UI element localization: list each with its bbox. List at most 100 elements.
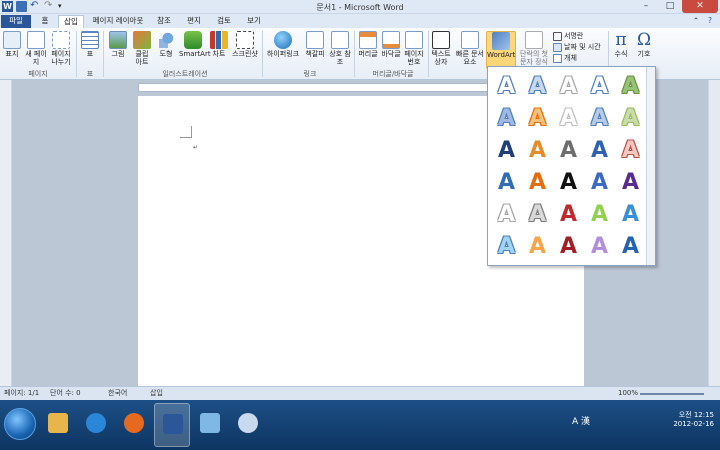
wordart-style-item[interactable]: A	[584, 134, 615, 166]
chart-button[interactable]: 차트	[210, 31, 228, 58]
screenshot-label: 스크린샷	[232, 50, 258, 58]
wordart-style-item[interactable]: A	[522, 198, 553, 230]
wordart-style-item[interactable]: A	[584, 198, 615, 230]
wordart-style-item[interactable]: A	[615, 198, 646, 230]
taskbar-paint[interactable]	[192, 403, 228, 447]
wordart-style-item[interactable]: A	[615, 70, 646, 102]
page-count[interactable]: 페이지: 1/1	[4, 387, 39, 400]
wordart-style-item[interactable]: A	[584, 230, 615, 262]
picture-label: 그림	[111, 50, 125, 58]
tab-page-layout[interactable]: 페이지 레이아웃	[88, 15, 148, 28]
cross-reference-button[interactable]: 상호 참조	[329, 31, 351, 66]
taskbar-app[interactable]	[230, 403, 266, 447]
table-button[interactable]: 표	[80, 31, 100, 58]
wordart-style-item[interactable]: A	[553, 102, 584, 134]
firefox-icon	[124, 413, 144, 433]
tab-home[interactable]: 홈	[34, 15, 56, 28]
header-button[interactable]: 머리글	[357, 31, 379, 58]
wordart-style-item[interactable]: A	[584, 70, 615, 102]
object-button[interactable]: 개체	[553, 53, 577, 63]
system-clock[interactable]: 오전 12:15 2012-02-16	[673, 410, 714, 428]
maximize-button[interactable]: □	[658, 0, 682, 13]
group-divider	[428, 31, 429, 77]
group-divider	[354, 31, 355, 77]
clipart-button[interactable]: 클립 아트	[132, 31, 152, 66]
tab-mailings[interactable]: 편지	[182, 15, 206, 28]
omega-icon: Ω	[636, 30, 652, 50]
wordart-style-item[interactable]: A	[522, 166, 553, 198]
tab-file[interactable]: 파일	[1, 15, 31, 28]
vertical-scrollbar[interactable]	[708, 80, 720, 386]
tab-references[interactable]: 참조	[152, 15, 176, 28]
group-label-pages: 페이지	[28, 70, 48, 78]
quickparts-button[interactable]: 빠른 문서 요소	[455, 31, 485, 66]
wordart-style-item[interactable]: A	[491, 198, 522, 230]
wordart-style-item[interactable]: A	[615, 134, 646, 166]
ribbon-minimize-icon[interactable]: ⌃	[690, 15, 702, 28]
cross-reference-icon	[331, 31, 349, 49]
wordart-style-item[interactable]: A	[553, 166, 584, 198]
start-button[interactable]	[4, 408, 36, 440]
taskbar-explorer[interactable]	[40, 403, 76, 447]
wordart-style-item[interactable]: A	[553, 198, 584, 230]
insert-mode[interactable]: 삽입	[150, 387, 163, 400]
wordart-style-item[interactable]: A	[522, 230, 553, 262]
wordart-style-item[interactable]: A	[615, 166, 646, 198]
wordart-style-item[interactable]: A	[522, 102, 553, 134]
wordart-style-item[interactable]: A	[584, 102, 615, 134]
wordart-button[interactable]: WordArt	[486, 31, 516, 69]
gallery-scrollbar[interactable]	[646, 67, 655, 265]
wordart-style-item[interactable]: A	[553, 230, 584, 262]
close-button[interactable]: ✕	[682, 0, 718, 13]
word-count[interactable]: 단어 수: 0	[50, 387, 81, 400]
wordart-style-item[interactable]: A	[491, 134, 522, 166]
signature-line-button[interactable]: 서명란	[553, 31, 583, 41]
taskbar-firefox[interactable]	[116, 403, 152, 447]
new-page-button[interactable]: 새 페이지	[25, 31, 47, 66]
shapes-button[interactable]: 도형	[156, 31, 176, 58]
paint-icon	[200, 413, 220, 433]
picture-icon	[109, 31, 127, 49]
bookmark-button[interactable]: 책갈피	[303, 31, 327, 58]
dropcap-button[interactable]: 단락의 첫 문자 장식	[517, 31, 551, 66]
taskbar-ie[interactable]	[78, 403, 114, 447]
zoom-slider[interactable]	[640, 393, 704, 395]
hyperlink-button[interactable]: 하이퍼링크	[265, 31, 301, 58]
wordart-style-item[interactable]: A	[522, 134, 553, 166]
ime-indicator[interactable]: A 漢	[572, 414, 590, 427]
footer-button[interactable]: 바닥글	[380, 31, 402, 58]
wordart-style-item[interactable]: A	[491, 70, 522, 102]
wordart-style-item[interactable]: A	[615, 102, 646, 134]
signature-label: 서명란	[564, 32, 584, 40]
chart-icon	[210, 31, 228, 49]
language-indicator[interactable]: 한국어	[108, 387, 127, 400]
wordart-style-item[interactable]: A	[584, 166, 615, 198]
tab-review[interactable]: 검토	[212, 15, 236, 28]
zoom-level[interactable]: 100%	[618, 387, 638, 400]
equation-button[interactable]: π 수식	[611, 31, 631, 59]
minimize-button[interactable]: –	[634, 0, 658, 13]
symbol-button[interactable]: Ω 기호	[634, 30, 654, 59]
smartart-button[interactable]: SmartArt	[179, 31, 211, 58]
date-time-button[interactable]: 날짜 및 시간	[553, 42, 601, 52]
taskbar-word[interactable]	[154, 403, 190, 447]
wordart-style-item[interactable]: A	[553, 70, 584, 102]
wordart-style-item[interactable]: A	[553, 134, 584, 166]
help-icon[interactable]: ?	[704, 15, 716, 28]
tab-insert[interactable]: 삽입	[58, 15, 84, 28]
smartart-label: SmartArt	[179, 50, 211, 58]
cover-page-button[interactable]: 표지	[3, 31, 21, 58]
wordart-style-item[interactable]: A	[615, 230, 646, 262]
window-title: 문서1 - Microsoft Word	[316, 3, 404, 12]
screenshot-button[interactable]: 스크린샷	[231, 31, 259, 58]
wordart-style-item[interactable]: A	[491, 230, 522, 262]
page-break-button[interactable]: 페이지 나누기	[49, 31, 73, 66]
wordart-style-item[interactable]: A	[522, 70, 553, 102]
page-number-button[interactable]: 페이지 번호	[402, 31, 426, 66]
picture-button[interactable]: 그림	[108, 31, 128, 58]
wordart-style-item[interactable]: A	[491, 166, 522, 198]
quickparts-label: 빠른 문서 요소	[456, 50, 484, 66]
textbox-button[interactable]: 텍스트 상자	[430, 31, 452, 66]
wordart-style-item[interactable]: A	[491, 102, 522, 134]
tab-view[interactable]: 보기	[242, 15, 266, 28]
